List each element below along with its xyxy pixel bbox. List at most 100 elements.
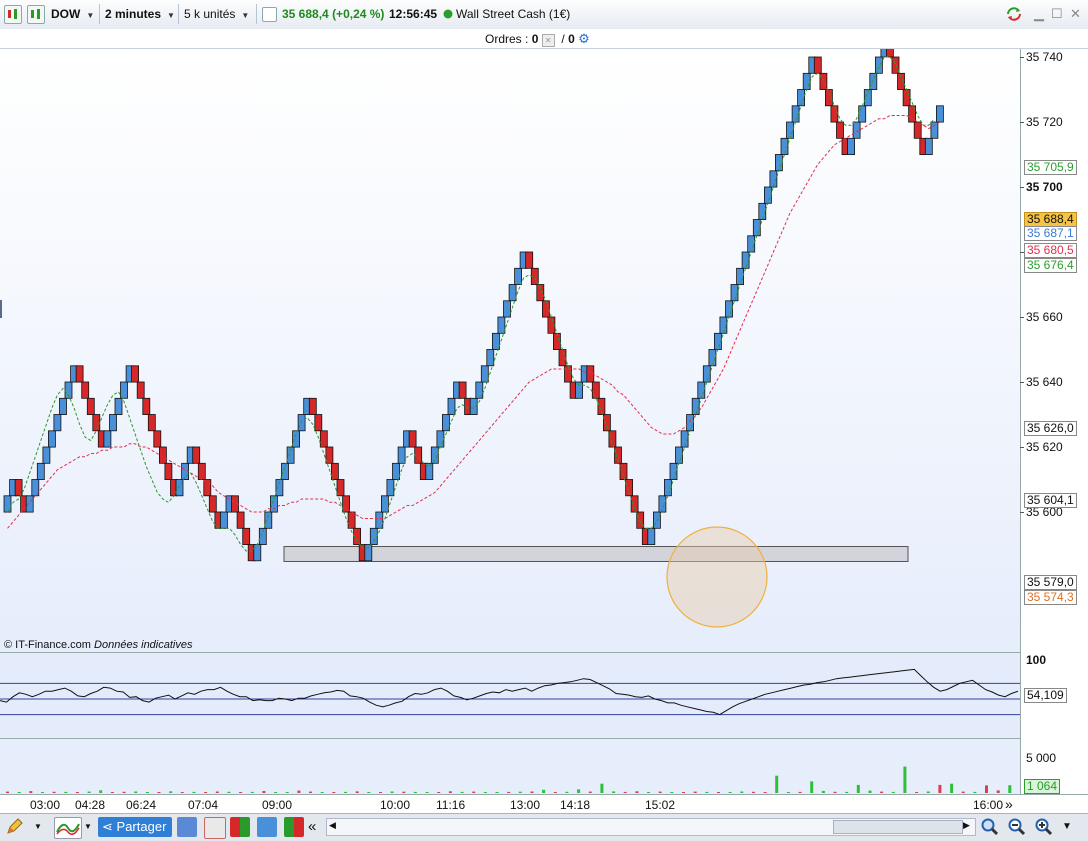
time-label: 07:04: [188, 798, 219, 812]
time-label: 11:16: [436, 798, 466, 812]
up-brick: [736, 267, 744, 286]
up-brick: [447, 397, 456, 415]
share-button[interactable]: ⋖ Partager: [98, 817, 172, 837]
indicator-dropdown-icon[interactable]: ▼: [84, 817, 96, 837]
down-brick: [902, 89, 911, 107]
down-brick: [81, 381, 90, 399]
volume-bar: [647, 792, 650, 793]
scroll-left-arrow-icon[interactable]: ◀: [329, 820, 336, 831]
up-brick: [847, 137, 855, 156]
scroll-right-arrow-icon[interactable]: ▶: [963, 820, 970, 831]
indicator-icon[interactable]: [54, 817, 82, 839]
blue-price-label: 35 687,1: [1024, 226, 1077, 241]
highlight-circle: [666, 526, 768, 628]
down-brick: [836, 121, 844, 139]
clock-time: 12:56:45: [389, 7, 438, 21]
volume-bar: [52, 791, 56, 793]
settings-gear-icon[interactable]: ⚙: [578, 31, 590, 46]
slow-moving-average-line: [7, 115, 941, 529]
volume-bar: [530, 791, 534, 793]
volume-bar: [798, 791, 802, 793]
volume-bar: [437, 792, 441, 793]
toolbar-divider: [99, 4, 100, 24]
price-tick-mark: [1020, 447, 1024, 448]
close-icon[interactable]: ✕: [1070, 6, 1081, 22]
horizontal-scrollbar[interactable]: ◀ ▶: [326, 818, 976, 836]
down-brick: [553, 332, 561, 350]
units-select[interactable]: 5 k unités ▼: [184, 4, 249, 24]
volume-bar: [332, 792, 336, 793]
volume-bar: [274, 792, 278, 793]
timeframe-select[interactable]: 2 minutes ▼: [105, 4, 175, 24]
rsi-line: [0, 668, 1019, 716]
trade-icon[interactable]: [284, 817, 304, 837]
volume-bar: [157, 792, 161, 793]
scrollbar-thumb[interactable]: [833, 820, 963, 834]
up-brick: [575, 381, 583, 399]
rsi-chart: [0, 668, 1020, 716]
up-brick: [758, 202, 767, 221]
maximize-icon[interactable]: ☐: [1051, 6, 1063, 22]
down-brick: [147, 414, 156, 432]
volume-bar: [17, 792, 21, 793]
volume-bar: [996, 790, 1000, 793]
volume-bar: [693, 791, 697, 793]
fast-moving-average-line: [7, 56, 935, 552]
screen-icon[interactable]: [257, 817, 277, 837]
down-brick: [308, 397, 317, 415]
down-brick: [819, 72, 828, 90]
volume-bar: [483, 792, 487, 793]
up-brick: [797, 89, 805, 107]
cancel-orders-icon[interactable]: ✕: [541, 34, 555, 47]
zoom-in-icon[interactable]: [1034, 817, 1054, 837]
volume-bar: [344, 791, 347, 793]
options-dropdown-icon[interactable]: ▼: [1062, 817, 1082, 837]
chat-icon[interactable]: [177, 817, 197, 837]
volume-bar: [705, 791, 709, 793]
volume-bar: [309, 791, 312, 793]
time-axis[interactable]: 03:00 04:28 06:24 07:04 09:00 10:00 11:1…: [0, 794, 1088, 814]
down-brick: [458, 381, 467, 399]
candlestick-chart-icon[interactable]: [4, 5, 22, 24]
up-brick: [469, 397, 478, 415]
up-brick: [386, 479, 395, 497]
volume-bar: [75, 792, 79, 793]
up-brick: [425, 462, 434, 480]
price-tick-mark: [1020, 382, 1024, 383]
up-brick: [281, 462, 289, 480]
notepad-icon[interactable]: [262, 7, 277, 22]
time-label: 10:00: [380, 798, 411, 812]
down-brick: [336, 479, 345, 497]
up-brick: [697, 381, 706, 399]
volume-bar: [985, 785, 988, 793]
up-brick: [708, 349, 717, 367]
volume-bar: [495, 792, 499, 793]
down-brick: [525, 251, 534, 269]
draw-menu-dropdown-icon[interactable]: ▼: [34, 817, 48, 837]
volume-bar: [775, 775, 779, 793]
symbol-select[interactable]: DOW ▼: [51, 4, 94, 24]
time-label: 09:00: [262, 798, 293, 812]
scroll-left-icon[interactable]: «: [308, 817, 328, 837]
buy-sell-icon[interactable]: [230, 817, 250, 837]
volume-bar: [169, 791, 173, 793]
green-candles-icon[interactable]: [27, 5, 45, 24]
volume-bar: [518, 791, 522, 793]
up-brick: [297, 414, 306, 432]
time-label: 13:00: [510, 798, 541, 812]
top-toolbar: DOW ▼ 2 minutes ▼ 5 k unités ▼ 35 688,4 (+0…: [0, 0, 1088, 30]
scroll-right-icon[interactable]: »: [1005, 796, 1013, 812]
zoom-out-icon[interactable]: [1007, 817, 1027, 837]
down-brick: [131, 365, 140, 383]
volume-bar: [145, 792, 149, 793]
zoom-fit-icon[interactable]: [980, 817, 1000, 837]
minimize-icon[interactable]: ▁: [1034, 6, 1044, 22]
refresh-icon[interactable]: [1005, 6, 1023, 26]
volume-bar: [192, 791, 196, 793]
pencil-draw-icon[interactable]: [4, 817, 24, 837]
list-icon[interactable]: [204, 817, 226, 839]
volume-bar: [1008, 785, 1012, 793]
volume-bar: [658, 791, 662, 793]
price-tick-label: 35 620: [1026, 440, 1063, 454]
instrument-name: Wall Street Cash (1€): [456, 7, 571, 21]
